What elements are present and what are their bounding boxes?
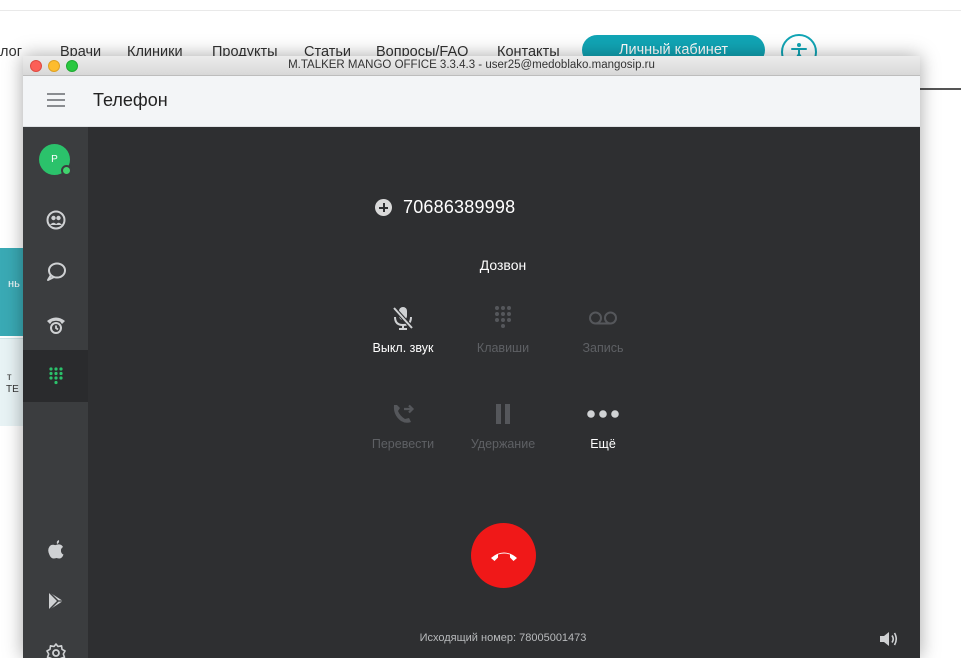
apple-icon: [47, 540, 63, 559]
hold-label: Удержание: [470, 437, 536, 451]
sidebar-item-settings[interactable]: [23, 627, 88, 658]
hang-up-button[interactable]: [471, 523, 536, 588]
speaker-volume-icon[interactable]: [878, 630, 898, 648]
call-status: Дозвон: [479, 257, 527, 273]
sidebar-item-dialpad[interactable]: [23, 350, 88, 402]
pause-icon: [496, 404, 510, 424]
sidebar-item-call-history[interactable]: [23, 298, 88, 350]
page-title: Телефон: [93, 90, 168, 110]
transfer-button[interactable]: Перевести: [358, 399, 448, 459]
more-label: Ещё: [590, 437, 616, 451]
google-play-icon: [47, 591, 63, 611]
settings-icon: [45, 643, 66, 658]
app-header: Телефон: [23, 76, 920, 127]
keypad-button[interactable]: Клавиши: [458, 303, 548, 363]
call-history-icon: [46, 317, 65, 334]
voicemail-record-icon: [589, 311, 617, 325]
window-title: M.TALKER MANGO OFFICE 3.3.4.3 - user25@m…: [288, 59, 655, 71]
hamburger-menu-icon[interactable]: [47, 93, 65, 107]
record-label: Запись: [582, 341, 624, 355]
chat-icon: [46, 262, 66, 281]
call-screen: 70686389998 Дозвон Выкл. звук Клавиши За…: [88, 127, 920, 658]
record-button[interactable]: Запись: [558, 303, 648, 363]
site-divider-right: [920, 88, 961, 90]
hold-button[interactable]: Удержание: [458, 399, 548, 459]
mute-button[interactable]: Выкл. звук: [358, 303, 448, 363]
site-light-card: т ТЕ: [0, 338, 24, 426]
keypad-label: Клавиши: [476, 341, 530, 355]
sidebar-item-contacts[interactable]: [23, 194, 88, 246]
outgoing-number: Исходящий номер: 78005001473: [419, 632, 587, 644]
site-divider: [0, 10, 961, 11]
phone-number: 70686389998: [403, 197, 516, 217]
site-nav-catalog[interactable]: лог: [0, 44, 22, 60]
add-contact-icon[interactable]: [375, 199, 392, 216]
sidebar: P: [23, 127, 88, 658]
sidebar-item-chats[interactable]: [23, 246, 88, 298]
sidebar-item-apple-store[interactable]: [23, 523, 88, 575]
call-transfer-icon: [393, 404, 415, 423]
more-dots-icon: [587, 410, 619, 418]
online-status-icon: [61, 165, 72, 176]
transfer-label: Перевести: [371, 437, 435, 451]
window-titlebar[interactable]: M.TALKER MANGO OFFICE 3.3.4.3 - user25@m…: [23, 56, 920, 76]
caller-number-row: 70686389998: [375, 197, 515, 218]
sidebar-item-google-play[interactable]: [23, 575, 88, 627]
end-call-icon: [490, 552, 517, 561]
microphone-off-icon: [392, 306, 414, 330]
more-button[interactable]: Ещё: [558, 399, 648, 459]
site-teal-card: нь: [0, 248, 24, 336]
mtalker-window: M.TALKER MANGO OFFICE 3.3.4.3 - user25@m…: [23, 56, 920, 658]
mute-label: Выкл. звук: [372, 341, 434, 355]
contacts-icon: [46, 210, 65, 230]
keypad-icon: [495, 306, 511, 328]
dialpad-icon: [48, 367, 63, 385]
